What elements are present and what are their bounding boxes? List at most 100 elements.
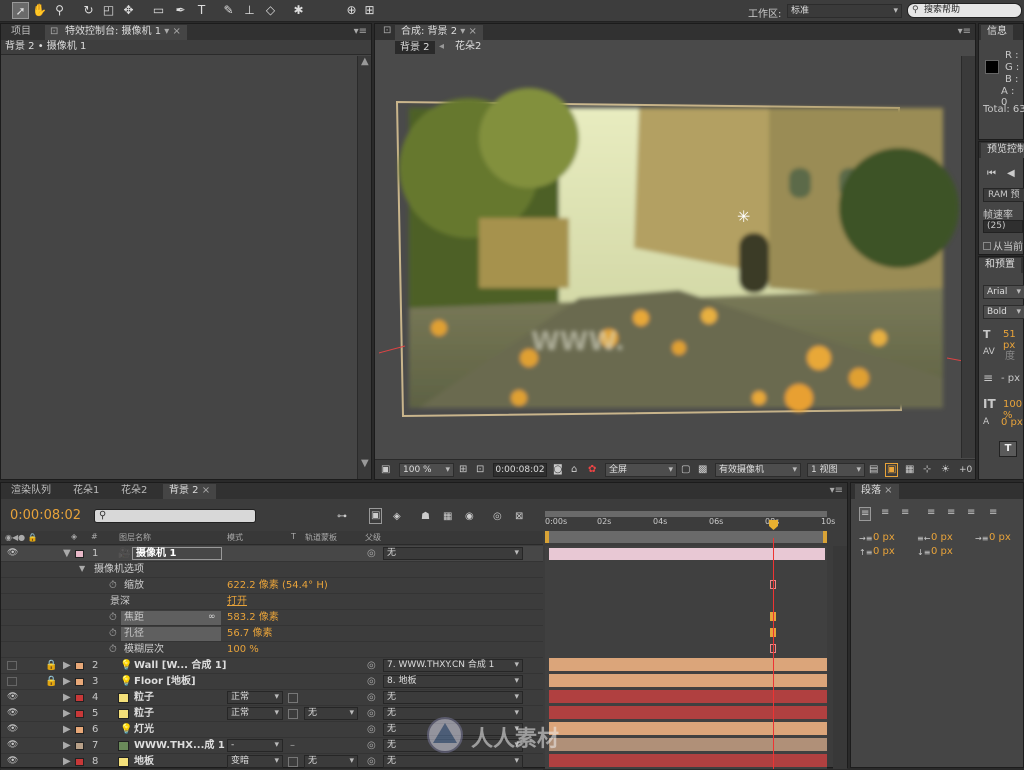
stroke-value[interactable]: - px [1001,373,1020,384]
ram-preview-dropdown[interactable]: RAM 预 [983,188,1024,202]
exposure-icon[interactable]: ☀ [941,464,950,476]
timeline-menu-icon[interactable]: ▾≡ [830,483,843,498]
label-swatch[interactable] [75,694,84,702]
blend-mode-dropdown[interactable]: - [227,739,283,752]
timeline-timecode[interactable]: 0:00:08:02 [10,508,81,523]
camera-options-group[interactable]: ▼ 摄像机选项 [1,562,543,578]
layer-bar-particles-a[interactable] [549,690,827,703]
indent-left-value[interactable]: 0 px [873,532,895,543]
prev-frame-icon[interactable]: ◀ [1007,168,1015,180]
lock-icon[interactable]: ⊡ [50,25,58,39]
justify-left-icon[interactable]: ≡ [927,507,935,519]
stopwatch-icon[interactable]: ⏱ [109,626,117,641]
motion-blur-icon[interactable]: ▦ [443,511,452,523]
first-frame-icon[interactable]: ⏮ [987,168,996,180]
current-time-field[interactable]: 0:00:08:02 [493,463,547,477]
active-camera-dropdown[interactable]: 有效摄像机 [715,463,801,477]
comp-panel-menu-icon[interactable]: ▾≡ [958,24,971,39]
parent-dropdown[interactable]: 8. 地板 [383,675,523,688]
camera-options-twirl-icon[interactable]: ▼ [79,564,85,573]
font-family-dropdown[interactable]: Arial [983,285,1024,299]
grid-icon[interactable]: ⊞ [459,464,467,476]
layer-row-wall[interactable]: 🔒 ▶ 2 💡 Wall [W... 合成 1] ◎ 7. WWW.THXY.C… [1,658,543,674]
layer-name[interactable]: 摄像机 1 [132,547,222,560]
always-preview-icon[interactable]: ▣ [381,464,390,476]
stopwatch-icon[interactable]: ⏱ [109,578,117,593]
label-swatch[interactable] [75,710,84,718]
parent-pickwhip-icon[interactable]: ◎ [367,722,376,737]
tab-project[interactable]: 项目 [5,25,37,40]
align-left-icon[interactable]: ≡ [859,507,872,521]
faux-bold-button[interactable]: T [999,441,1017,457]
visibility-toggle[interactable] [7,661,17,670]
label-swatch[interactable] [75,742,84,750]
tab-info[interactable]: 信息 [981,25,1013,40]
parent-dropdown[interactable]: 无 [383,547,523,560]
hand-tool-icon[interactable]: ✋ [31,2,48,19]
expand-twirl-icon[interactable]: ▶ [63,660,71,671]
tab-background-2[interactable]: 背景 2 × [163,484,217,499]
visibility-toggle[interactable] [7,677,17,686]
label-swatch[interactable] [75,678,84,686]
world-axis-icon[interactable]: ⊞ [361,2,378,19]
transparency-grid-icon[interactable]: ▩ [698,464,707,476]
brainstorm-icon[interactable]: ◉ [465,511,474,523]
lock-icon[interactable]: 🔒 [45,658,57,673]
font-style-dropdown[interactable]: Bold [983,305,1024,319]
layer-bar-floor[interactable] [549,674,827,687]
expand-twirl-icon[interactable]: ▼ [63,548,71,559]
panel-menu-icon[interactable]: ▾≡ [354,24,367,39]
indent-right-value[interactable]: 0 px [931,532,953,543]
hide-shy-icon[interactable]: ◈ [393,511,401,523]
anchor-point-icon[interactable]: ✳ [737,207,750,226]
graph-editor-icon[interactable]: ◎ [493,511,502,523]
expand-twirl-icon[interactable]: ▶ [63,724,71,735]
layer-row-particles-a[interactable]: 👁 ▶ 4 粒子 正常 ◎ 无 [1,690,543,706]
space-before-value[interactable]: 0 px [873,546,895,557]
visibility-eye-icon[interactable]: 👁 [7,548,18,558]
brush-tool-icon[interactable]: ✎ [220,2,237,19]
snapshot-icon[interactable]: ◙ [553,464,563,476]
tab-effect-controls[interactable]: ⊡ 特效控制台: 摄像机 1 ▾ × [45,25,187,40]
camera-orbit-tool-icon[interactable]: ◰ [100,2,117,19]
lock-icon[interactable]: 🔒 [45,674,57,689]
resolution-dropdown[interactable]: 全屏 [605,463,677,477]
puppet-pin-tool-icon[interactable]: ✱ [290,2,307,19]
expand-twirl-icon[interactable]: ▶ [63,740,71,751]
visibility-eye-icon[interactable]: 👁 [7,708,18,718]
pen-tool-icon[interactable]: ✒ [172,2,189,19]
layer-bar-floor-solid[interactable] [549,754,827,767]
timeline-search-input[interactable]: ⚲ [94,509,256,523]
crumb-background-2[interactable]: 背景 2 [395,41,435,54]
flowchart-icon[interactable]: ⊹ [923,464,931,476]
tab-render-queue[interactable]: 渲染队列 [5,484,57,499]
layer-name[interactable]: 粒子 [134,690,154,705]
parent-pickwhip-icon[interactable]: ◎ [367,738,376,753]
stopwatch-icon[interactable]: ⏱ [109,642,117,657]
parent-dropdown[interactable]: 无 [383,691,523,704]
preserve-transparency-checkbox[interactable] [288,757,298,767]
layer-name[interactable]: WWW.THX...成 1 [134,738,225,753]
expand-twirl-icon[interactable]: ▶ [63,692,71,703]
label-swatch[interactable] [75,662,84,670]
color-channel-icon[interactable]: ✿ [588,464,596,476]
parent-pickwhip-icon[interactable]: ◎ [367,546,376,561]
parent-pickwhip-icon[interactable]: ◎ [367,658,376,673]
rotate-tool-icon[interactable]: ↻ [80,2,97,19]
from-current-checkbox[interactable]: 从当前 [983,238,1023,253]
preserve-transparency-checkbox[interactable] [288,693,298,703]
justify-right-icon[interactable]: ≡ [967,507,975,519]
blend-mode-dropdown[interactable]: 正常 [227,707,283,720]
comp-mini-flowchart-icon[interactable]: ⊶ [337,511,347,523]
tab-preview[interactable]: 预览控制 [981,143,1024,158]
work-area-bar[interactable] [545,511,827,517]
blend-mode-dropdown[interactable]: 正常 [227,691,283,704]
tab-flower-1[interactable]: 花朵1 [67,484,105,499]
expand-twirl-icon[interactable]: ▶ [63,676,71,687]
link-icon[interactable]: ∞ [208,610,216,625]
zoom-dropdown[interactable]: 100 % [399,463,454,477]
frame-blending-icon[interactable]: ☗ [421,511,430,523]
layer-bar-camera[interactable] [549,548,825,560]
selection-tool-icon[interactable]: ➚ [12,2,29,19]
visibility-eye-icon[interactable]: 👁 [7,724,18,734]
